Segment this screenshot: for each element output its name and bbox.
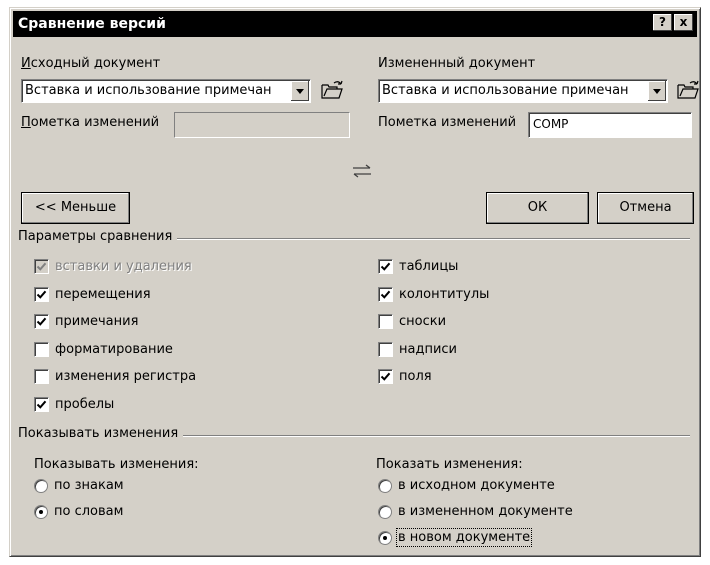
- comparison-settings-title: Параметры сравнения: [18, 229, 178, 244]
- checkbox-comparison_settings-right-1[interactable]: колонтитулы: [378, 286, 490, 302]
- radio-show_changes-level_options-0[interactable]: по знакам: [34, 478, 124, 493]
- folder-open-icon[interactable]: [676, 80, 700, 104]
- dropdown-arrow-icon[interactable]: [291, 81, 309, 101]
- checkbox-empty-icon[interactable]: [34, 369, 49, 384]
- radio-label: по словам: [54, 504, 124, 519]
- original-markup-label: Пометка изменений: [21, 115, 160, 130]
- checkbox-checked-icon[interactable]: [378, 369, 393, 384]
- checkbox-label: пробелы: [55, 396, 115, 412]
- revised-markup-field[interactable]: COMP: [528, 112, 692, 138]
- checkbox-empty-icon[interactable]: [34, 341, 49, 357]
- checkbox-label: изменения регистра: [55, 369, 197, 384]
- radio-label: по знакам: [54, 478, 124, 493]
- less-button[interactable]: << Меньше: [21, 192, 130, 224]
- checkbox-label: форматирование: [55, 341, 173, 357]
- revised-markup-label: Пометка изменений: [378, 115, 517, 130]
- checkbox-label: поля: [399, 369, 432, 384]
- title-bar: Сравнение версий ? x: [13, 11, 697, 37]
- checkbox-comparison_settings-left-4[interactable]: изменения регистра: [34, 369, 196, 384]
- compare-versions-dialog: Сравнение версий ? x Исходный документ В…: [9, 7, 701, 557]
- checkbox-comparison_settings-right-3[interactable]: надписи: [378, 341, 457, 357]
- checkbox-label: перемещения: [55, 286, 151, 302]
- radio-dot-icon: [383, 535, 387, 540]
- cancel-button[interactable]: Отмена: [597, 192, 694, 224]
- radio-selected-icon[interactable]: [378, 530, 392, 545]
- radio-dot-icon: [39, 509, 43, 514]
- checkbox-label: колонтитулы: [399, 286, 490, 302]
- radio-show_changes-location_options-2[interactable]: в новом документе: [378, 528, 533, 547]
- swap-arrows-icon[interactable]: [351, 163, 373, 183]
- show-changes-location-label: Показать изменения:: [376, 457, 523, 472]
- checkbox-comparison_settings-right-0[interactable]: таблицы: [378, 259, 458, 274]
- revised-document-value: Вставка и использование примечан: [382, 83, 629, 98]
- radio-show_changes-location_options-1[interactable]: в измененном документе: [378, 504, 573, 519]
- checkbox-comparison_settings-right-4[interactable]: поля: [378, 369, 432, 384]
- checkbox-empty-icon[interactable]: [378, 314, 393, 329]
- checkbox-empty-icon[interactable]: [378, 341, 393, 357]
- checkbox-checked-icon[interactable]: [34, 314, 49, 329]
- checkbox-comparison_settings-left-2[interactable]: примечания: [34, 314, 138, 329]
- checkbox-checked-icon[interactable]: [378, 259, 393, 274]
- dropdown-arrow-icon[interactable]: [648, 81, 666, 101]
- checkbox-comparison_settings-right-2[interactable]: сноски: [378, 314, 446, 329]
- checkbox-checked-icon[interactable]: [378, 286, 393, 302]
- show-changes-level-label: Показывать изменения:: [34, 457, 199, 472]
- close-button[interactable]: x: [674, 14, 693, 31]
- radio-show_changes-level_options-1[interactable]: по словам: [34, 504, 123, 519]
- original-document-value: Вставка и использование примечан: [25, 83, 272, 98]
- checkbox-label: сноски: [399, 314, 447, 329]
- radio-empty-icon[interactable]: [34, 478, 48, 493]
- radio-selected-icon[interactable]: [34, 504, 48, 519]
- window-title: Сравнение версий: [18, 16, 166, 32]
- radio-empty-icon[interactable]: [378, 478, 392, 493]
- checkbox-checked-icon[interactable]: [34, 396, 49, 412]
- checkbox-label: вставки и удаления: [55, 259, 192, 274]
- checkbox-checked-icon: [34, 259, 49, 274]
- original-document-label: Исходный документ: [21, 56, 161, 71]
- checkbox-comparison_settings-left-5[interactable]: пробелы: [34, 396, 115, 412]
- ok-button[interactable]: ОК: [486, 192, 589, 224]
- radio-label: в исходном документе: [398, 478, 555, 493]
- checkbox-comparison_settings-left-1[interactable]: перемещения: [34, 286, 151, 302]
- radio-label: в новом документе: [395, 528, 533, 547]
- help-button[interactable]: ?: [653, 14, 672, 31]
- checkbox-label: таблицы: [399, 259, 459, 274]
- checkbox-label: надписи: [399, 341, 457, 357]
- show-changes-title: Показывать изменения: [18, 426, 184, 441]
- radio-label: в измененном документе: [398, 504, 573, 519]
- radio-empty-icon[interactable]: [378, 504, 392, 519]
- revised-document-label: Измененный документ: [378, 56, 536, 71]
- original-document-select[interactable]: Вставка и использование примечан: [21, 79, 311, 103]
- checkbox-checked-icon[interactable]: [34, 286, 49, 302]
- revised-document-select[interactable]: Вставка и использование примечан: [378, 79, 668, 103]
- folder-open-icon[interactable]: [320, 80, 344, 104]
- checkbox-label: примечания: [55, 314, 139, 329]
- checkbox-comparison_settings-left-0: вставки и удаления: [34, 259, 192, 274]
- checkbox-comparison_settings-left-3[interactable]: форматирование: [34, 341, 173, 357]
- revised-markup-value: COMP: [533, 117, 569, 131]
- radio-show_changes-location_options-0[interactable]: в исходном документе: [378, 478, 555, 493]
- original-markup-field: [174, 112, 350, 138]
